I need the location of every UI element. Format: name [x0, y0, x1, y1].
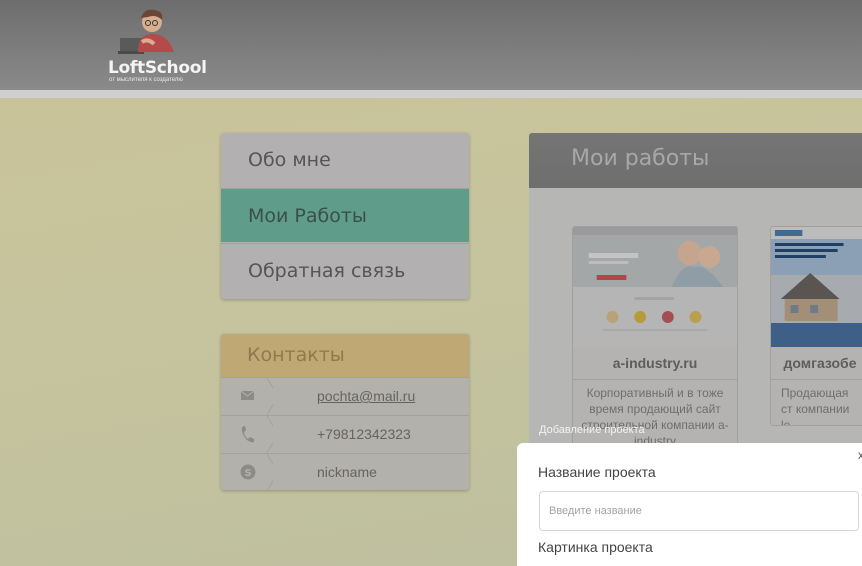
project-name-label: Название проекта: [538, 464, 656, 480]
work-card-description: Продающая ст компании le: [781, 386, 850, 426]
logo-mascot-icon: [118, 9, 174, 54]
modal-caption: Добавление проекта: [539, 424, 645, 436]
nav-item-about[interactable]: Обо мне: [221, 133, 469, 187]
contact-row-phone: +79812342323: [221, 415, 469, 453]
contact-phone: +79812342323: [317, 426, 411, 442]
contact-row-skype: S nickname: [221, 453, 469, 490]
logo-subtext: от мыслителя к создателю: [109, 77, 183, 83]
work-card[interactable]: a-industry.ru Корпоративный и в тоже вре…: [572, 226, 738, 446]
contact-email-link[interactable]: pochta@mail.ru: [317, 378, 415, 415]
work-card[interactable]: домгазобе Продающая ст компании le: [770, 226, 862, 426]
work-thumbnail-image: [771, 227, 862, 347]
contacts-title: Контакты: [221, 334, 469, 377]
logo-text: LoftSchool: [108, 58, 207, 78]
project-name-input[interactable]: [539, 491, 859, 531]
works-title: Мои работы: [529, 133, 862, 188]
svg-text:S: S: [244, 468, 251, 479]
main-nav: Обо мне Мои Работы Обратная связь: [221, 133, 469, 299]
nav-item-feedback[interactable]: Обратная связь: [221, 243, 469, 297]
site-header: LoftSchool от мыслителя к создателю: [0, 0, 862, 90]
close-icon[interactable]: x: [858, 448, 862, 462]
contacts-panel: Контакты pochta@mail.ru +79812342323 S n…: [221, 334, 469, 490]
mail-icon: [240, 378, 273, 415]
contact-row-email: pochta@mail.ru: [221, 377, 469, 415]
work-card-title: домгазобе: [771, 347, 862, 380]
work-thumbnail-image: [573, 227, 737, 347]
nav-item-works[interactable]: Мои Работы: [221, 188, 469, 242]
work-card-description: Корпоративный и в тоже время продающий с…: [581, 386, 729, 446]
skype-icon: S: [240, 454, 273, 490]
phone-icon: [241, 416, 273, 453]
logo[interactable]: LoftSchool от мыслителя к создателю: [108, 8, 218, 84]
work-card-title: a-industry.ru: [573, 347, 737, 380]
contact-skype: nickname: [317, 464, 377, 480]
header-divider: [0, 90, 862, 98]
project-image-label: Картинка проекта: [538, 539, 653, 555]
